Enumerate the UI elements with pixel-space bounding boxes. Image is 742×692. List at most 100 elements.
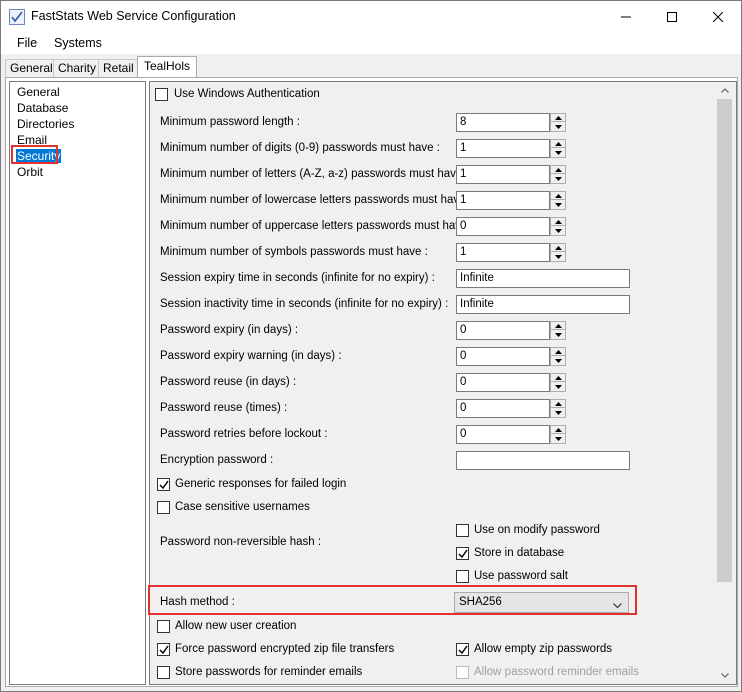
password-expiry-input[interactable]: 0 — [456, 321, 550, 340]
nav-item-security[interactable]: Security — [16, 149, 62, 163]
password-expiry-label: Password expiry (in days) : — [160, 324, 299, 336]
nav-item-orbit[interactable]: Orbit — [16, 165, 44, 179]
use-salt-label: Use password salt — [474, 570, 568, 582]
allow-new-user-label: Allow new user creation — [175, 620, 297, 632]
menu-file[interactable]: File — [17, 36, 37, 50]
tab-general[interactable]: General — [5, 59, 58, 77]
min-digits-spinner[interactable] — [550, 139, 566, 158]
session-expiry-label: Session expiry time in seconds (infinite… — [160, 272, 435, 284]
tab-retail[interactable]: Retail — [98, 59, 139, 77]
hash-method-select[interactable]: SHA256 — [454, 592, 629, 613]
hash-method-label: Hash method : — [160, 596, 235, 608]
allow-reminder-checkbox — [456, 666, 469, 679]
nav-item-directories[interactable]: Directories — [16, 117, 75, 131]
min-symbols-input[interactable]: 1 — [456, 243, 550, 262]
store-reminder-label: Store passwords for reminder emails — [175, 666, 363, 678]
chevron-down-icon — [613, 597, 622, 616]
menu-systems[interactable]: Systems — [54, 36, 102, 50]
allow-reminder-label: Allow password reminder emails — [474, 666, 639, 678]
store-in-db-label: Store in database — [474, 547, 565, 559]
close-button[interactable] — [695, 1, 741, 32]
settings-nav: General Database Directories Email Secur… — [9, 81, 146, 685]
checkmark-icon — [458, 549, 468, 559]
maximize-icon — [667, 11, 677, 22]
min-uppercase-label: Minimum number of uppercase letters pass… — [160, 220, 474, 232]
use-windows-auth-checkbox[interactable] — [155, 88, 168, 101]
use-salt-checkbox[interactable] — [456, 570, 469, 583]
minimize-icon — [621, 16, 631, 17]
case-sensitive-label: Case sensitive usernames — [175, 501, 310, 513]
password-expiry-spinner[interactable] — [550, 321, 566, 340]
scrollbar-thumb[interactable] — [717, 99, 732, 582]
app-icon — [9, 9, 25, 25]
password-retries-input[interactable]: 0 — [456, 425, 550, 444]
min-digits-input[interactable]: 1 — [456, 139, 550, 158]
window-title: FastStats Web Service Configuration — [31, 9, 236, 23]
minimize-button[interactable] — [603, 1, 649, 32]
min-symbols-label: Minimum number of symbols passwords must… — [160, 246, 428, 258]
session-expiry-input[interactable]: Infinite — [456, 269, 630, 288]
app-window: FastStats Web Service Configuration File… — [0, 0, 742, 692]
min-password-length-spinner[interactable] — [550, 113, 566, 132]
menu-bar: File Systems — [1, 32, 741, 54]
nav-item-database[interactable]: Database — [16, 101, 69, 115]
vertical-scrollbar[interactable] — [716, 82, 733, 684]
store-reminder-checkbox[interactable] — [157, 666, 170, 679]
allow-new-user-checkbox[interactable] — [157, 620, 170, 633]
min-letters-input[interactable]: 1 — [456, 165, 550, 184]
hash-method-value: SHA256 — [459, 596, 502, 608]
min-lowercase-spinner[interactable] — [550, 191, 566, 210]
password-retries-label: Password retries before lockout : — [160, 428, 328, 440]
password-expiry-warning-input[interactable]: 0 — [456, 347, 550, 366]
maximize-button[interactable] — [649, 1, 695, 32]
system-tabs: General Charity Retail TealHols — [1, 55, 741, 77]
generic-responses-label: Generic responses for failed login — [175, 478, 347, 490]
generic-responses-checkbox[interactable] — [157, 478, 170, 491]
nav-item-email[interactable]: Email — [16, 133, 48, 147]
close-icon — [713, 11, 723, 22]
use-on-modify-checkbox[interactable] — [456, 524, 469, 537]
use-on-modify-label: Use on modify password — [474, 524, 600, 536]
case-sensitive-checkbox[interactable] — [157, 501, 170, 514]
min-password-length-input[interactable]: 8 — [456, 113, 550, 132]
use-windows-auth-label: Use Windows Authentication — [174, 88, 320, 100]
password-reuse-days-spinner[interactable] — [550, 373, 566, 392]
scroll-up-button[interactable] — [716, 82, 733, 99]
checkmark-icon — [458, 645, 468, 655]
min-uppercase-spinner[interactable] — [550, 217, 566, 236]
min-letters-label: Minimum number of letters (A-Z, a-z) pas… — [160, 168, 469, 180]
title-bar: FastStats Web Service Configuration — [1, 1, 741, 32]
min-letters-spinner[interactable] — [550, 165, 566, 184]
scroll-down-button[interactable] — [716, 667, 733, 684]
hash-options-label: Password non-reversible hash : — [160, 536, 322, 548]
min-uppercase-input[interactable]: 0 — [456, 217, 550, 236]
password-reuse-times-label: Password reuse (times) : — [160, 402, 288, 414]
min-password-length-label: Minimum password length : — [160, 116, 300, 128]
encryption-password-label: Encryption password : — [160, 454, 274, 466]
password-reuse-days-input[interactable]: 0 — [456, 373, 550, 392]
security-settings-panel: Use Windows Authentication Minimum passw… — [149, 81, 737, 685]
force-encrypted-zip-label: Force password encrypted zip file transf… — [175, 643, 395, 655]
checkmark-icon — [159, 480, 169, 490]
nav-item-general[interactable]: General — [16, 85, 61, 99]
password-reuse-days-label: Password reuse (in days) : — [160, 376, 297, 388]
password-expiry-warning-label: Password expiry warning (in days) : — [160, 350, 342, 362]
tab-charity[interactable]: Charity — [53, 59, 102, 77]
min-lowercase-input[interactable]: 1 — [456, 191, 550, 210]
min-digits-label: Minimum number of digits (0-9) passwords… — [160, 142, 440, 154]
password-reuse-times-input[interactable]: 0 — [456, 399, 550, 418]
chevron-up-icon — [720, 88, 729, 93]
force-encrypted-zip-checkbox[interactable] — [157, 643, 170, 656]
min-symbols-spinner[interactable] — [550, 243, 566, 262]
encryption-password-input[interactable] — [456, 451, 630, 470]
session-inactivity-label: Session inactivity time in seconds (infi… — [160, 298, 449, 310]
session-inactivity-input[interactable]: Infinite — [456, 295, 630, 314]
allow-empty-zip-checkbox[interactable] — [456, 643, 469, 656]
password-reuse-times-spinner[interactable] — [550, 399, 566, 418]
tab-tealhols[interactable]: TealHols — [137, 56, 198, 77]
password-expiry-warning-spinner[interactable] — [550, 347, 566, 366]
allow-empty-zip-label: Allow empty zip passwords — [474, 643, 613, 655]
store-in-db-checkbox[interactable] — [456, 547, 469, 560]
chevron-down-icon — [720, 673, 729, 678]
password-retries-spinner[interactable] — [550, 425, 566, 444]
